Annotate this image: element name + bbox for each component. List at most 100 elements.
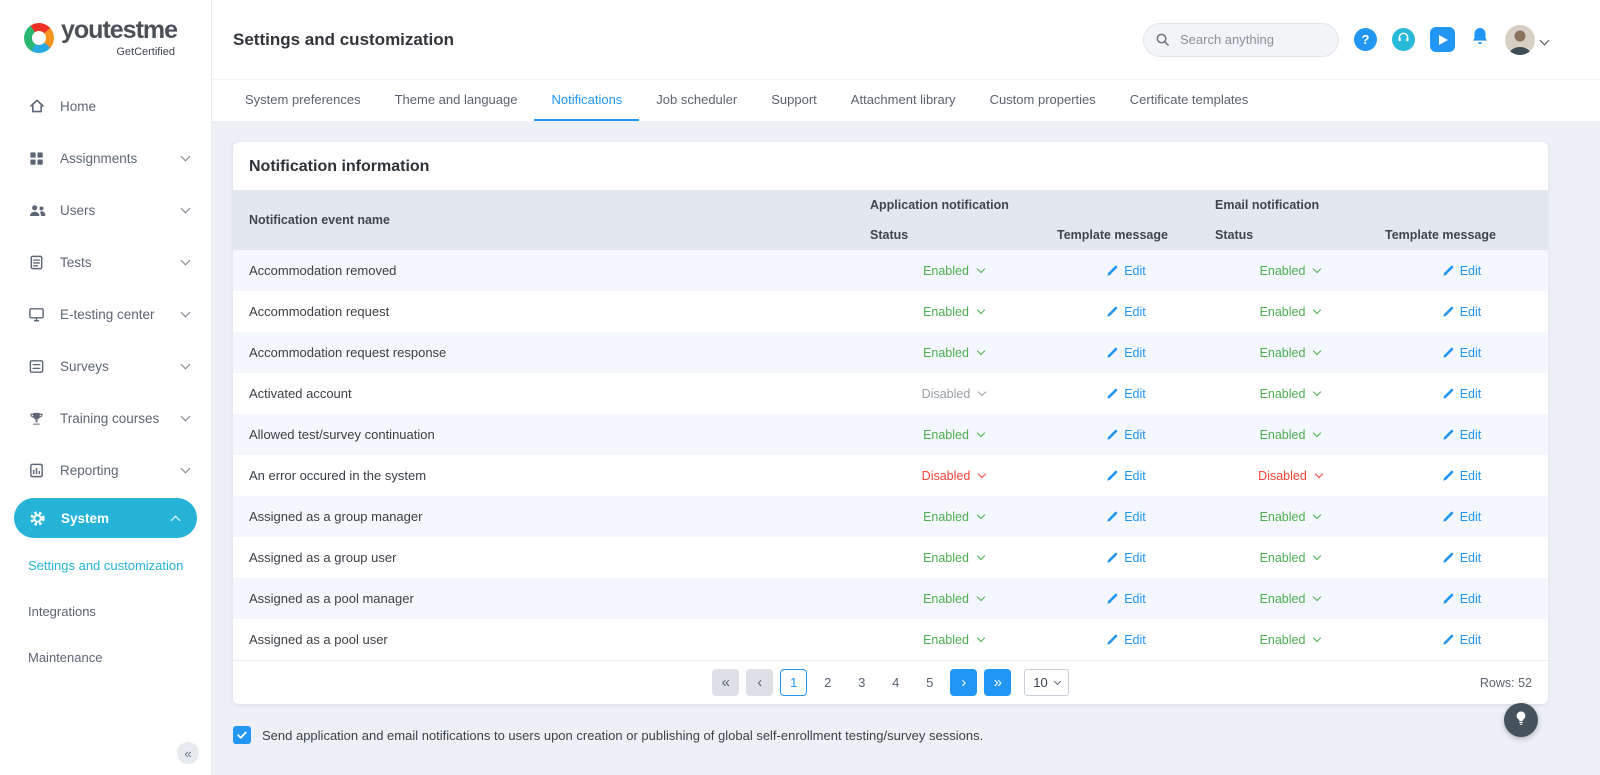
app-template-edit-button[interactable]: Edit xyxy=(1047,264,1205,278)
double-chevron-left-icon: « xyxy=(722,674,730,691)
app-template-edit-button[interactable]: Edit xyxy=(1047,387,1205,401)
email-status-dropdown[interactable]: Enabled xyxy=(1205,305,1375,319)
tab-label: Certificate templates xyxy=(1130,92,1249,107)
sidebar-item-reporting[interactable]: Reporting xyxy=(0,444,211,496)
notifications-checkbox[interactable] xyxy=(233,726,251,744)
app-template-edit-button[interactable]: Edit xyxy=(1047,592,1205,606)
edit-label: Edit xyxy=(1460,387,1482,401)
sidebar-item-users[interactable]: Users xyxy=(0,184,211,236)
brand-logo[interactable]: youtestme GetCertified xyxy=(0,0,211,64)
tab-system-preferences[interactable]: System preferences xyxy=(228,80,378,121)
app-template-edit-button[interactable]: Edit xyxy=(1047,551,1205,565)
sidebar-item-assignments[interactable]: Assignments xyxy=(0,132,211,184)
app-status-dropdown[interactable]: Enabled xyxy=(860,633,1047,647)
tab-notifications[interactable]: Notifications xyxy=(534,80,639,121)
pencil-icon xyxy=(1442,305,1455,318)
sidebar-item-system[interactable]: System xyxy=(14,498,197,538)
event-name: Assigned as a pool manager xyxy=(233,591,860,606)
help-button[interactable]: ? xyxy=(1354,28,1377,51)
sidebar-item-home[interactable]: Home xyxy=(0,80,211,132)
app-template-edit-button[interactable]: Edit xyxy=(1047,305,1205,319)
email-status-dropdown[interactable]: Enabled xyxy=(1205,387,1375,401)
app-template-edit-button[interactable]: Edit xyxy=(1047,428,1205,442)
email-template-edit-button[interactable]: Edit xyxy=(1375,469,1548,483)
status-value: Disabled xyxy=(922,387,971,401)
sidebar-collapse-button[interactable]: « xyxy=(177,742,199,764)
collapse-icon: « xyxy=(184,746,191,761)
pagination-page-4[interactable]: 4 xyxy=(882,669,909,696)
email-status-dropdown[interactable]: Enabled xyxy=(1205,428,1375,442)
email-status-dropdown[interactable]: Disabled xyxy=(1205,469,1375,483)
tab-certificate-templates[interactable]: Certificate templates xyxy=(1113,80,1266,121)
video-tutorials-button[interactable] xyxy=(1430,27,1455,52)
sidebar-item-e-testing-center[interactable]: E-testing center xyxy=(0,288,211,340)
sidebar-subitem-settings-and-customization[interactable]: Settings and customization xyxy=(0,542,211,588)
app-status-dropdown[interactable]: Enabled xyxy=(860,510,1047,524)
status-value: Enabled xyxy=(923,264,969,278)
app-status-dropdown[interactable]: Disabled xyxy=(860,387,1047,401)
pagination-first-button[interactable]: « xyxy=(712,669,739,696)
edit-label: Edit xyxy=(1124,264,1146,278)
tab-custom-properties[interactable]: Custom properties xyxy=(973,80,1113,121)
sidebar-item-label: Tests xyxy=(60,255,92,270)
pagination-page-2[interactable]: 2 xyxy=(814,669,841,696)
search-input[interactable] xyxy=(1143,23,1339,57)
email-template-edit-button[interactable]: Edit xyxy=(1375,387,1548,401)
user-menu[interactable] xyxy=(1505,25,1548,55)
sidebar-item-training-courses[interactable]: Training courses xyxy=(0,392,211,444)
email-status-dropdown[interactable]: Enabled xyxy=(1205,592,1375,606)
sidebar-subitem-integrations[interactable]: Integrations xyxy=(0,588,211,634)
email-template-edit-button[interactable]: Edit xyxy=(1375,305,1548,319)
tab-job-scheduler[interactable]: Job scheduler xyxy=(639,80,754,121)
notifications-button[interactable] xyxy=(1470,26,1490,53)
pagination-prev-button[interactable]: ‹ xyxy=(746,669,773,696)
email-template-edit-button[interactable]: Edit xyxy=(1375,592,1548,606)
pagination-last-button[interactable]: » xyxy=(984,669,1011,696)
app-template-edit-button[interactable]: Edit xyxy=(1047,469,1205,483)
email-status-dropdown[interactable]: Enabled xyxy=(1205,264,1375,278)
app-status-dropdown[interactable]: Enabled xyxy=(860,346,1047,360)
app-status-dropdown[interactable]: Enabled xyxy=(860,264,1047,278)
app-status-dropdown[interactable]: Enabled xyxy=(860,305,1047,319)
feedback-fab-button[interactable] xyxy=(1504,703,1538,737)
email-status-dropdown[interactable]: Enabled xyxy=(1205,633,1375,647)
email-template-edit-button[interactable]: Edit xyxy=(1375,428,1548,442)
event-name: Activated account xyxy=(233,386,860,401)
chevron-down-icon xyxy=(977,429,985,437)
email-template-edit-button[interactable]: Edit xyxy=(1375,264,1548,278)
monitor-icon xyxy=(28,306,47,323)
table-body: Accommodation removed Enabled Edit Enabl… xyxy=(233,250,1548,660)
email-template-edit-button[interactable]: Edit xyxy=(1375,551,1548,565)
app-template-edit-button[interactable]: Edit xyxy=(1047,633,1205,647)
support-button[interactable] xyxy=(1392,28,1415,51)
app-status-dropdown[interactable]: Disabled xyxy=(860,469,1047,483)
pagination-page-3[interactable]: 3 xyxy=(848,669,875,696)
pencil-icon xyxy=(1442,346,1455,359)
sidebar-subitem-maintenance[interactable]: Maintenance xyxy=(0,634,211,680)
pagination-page-1[interactable]: 1 xyxy=(780,669,807,696)
edit-label: Edit xyxy=(1460,551,1482,565)
email-template-edit-button[interactable]: Edit xyxy=(1375,510,1548,524)
app-template-edit-button[interactable]: Edit xyxy=(1047,510,1205,524)
page-size-select[interactable]: 10 xyxy=(1024,669,1068,696)
email-template-edit-button[interactable]: Edit xyxy=(1375,346,1548,360)
sidebar-item-tests[interactable]: Tests xyxy=(0,236,211,288)
chevron-down-icon xyxy=(182,468,189,472)
email-status-dropdown[interactable]: Enabled xyxy=(1205,346,1375,360)
tab-attachment-library[interactable]: Attachment library xyxy=(834,80,973,121)
chevron-down-icon xyxy=(1313,347,1321,355)
email-template-edit-button[interactable]: Edit xyxy=(1375,633,1548,647)
email-status-dropdown[interactable]: Enabled xyxy=(1205,551,1375,565)
email-status-dropdown[interactable]: Enabled xyxy=(1205,510,1375,524)
page-number: 5 xyxy=(926,675,933,690)
app-status-dropdown[interactable]: Enabled xyxy=(860,592,1047,606)
app-status-dropdown[interactable]: Enabled xyxy=(860,428,1047,442)
tab-theme-and-language[interactable]: Theme and language xyxy=(378,80,535,121)
app-template-edit-button[interactable]: Edit xyxy=(1047,346,1205,360)
sidebar-item-surveys[interactable]: Surveys xyxy=(0,340,211,392)
top-header: Settings and customization ? xyxy=(212,0,1600,79)
pagination-next-button[interactable]: › xyxy=(950,669,977,696)
app-status-dropdown[interactable]: Enabled xyxy=(860,551,1047,565)
tab-support[interactable]: Support xyxy=(754,80,834,121)
pagination-page-5[interactable]: 5 xyxy=(916,669,943,696)
